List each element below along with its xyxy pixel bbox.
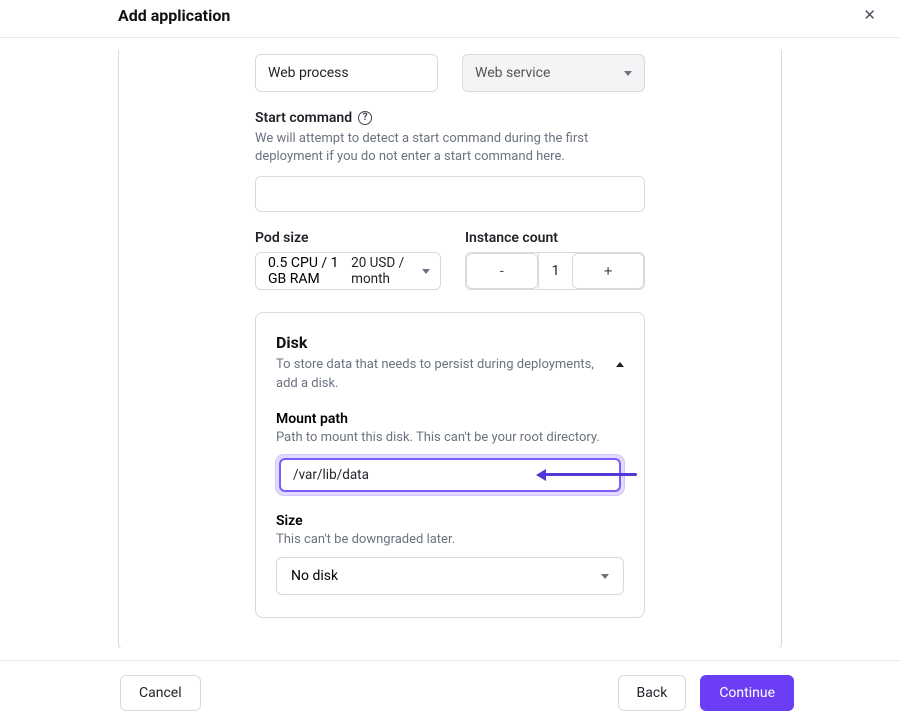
process-type-value: Web service (475, 65, 550, 81)
mount-path-input[interactable]: /var/lib/data (279, 458, 621, 492)
process-name-input[interactable]: Web process (255, 54, 438, 92)
mount-path-value: /var/lib/data (293, 467, 369, 483)
cancel-button[interactable]: Cancel (120, 675, 201, 711)
instance-count-label: Instance count (465, 230, 645, 246)
modal-footer: Cancel Back Continue (0, 660, 900, 725)
disk-size-value: No disk (291, 568, 338, 584)
pod-size-label: Pod size (255, 230, 441, 246)
start-command-input[interactable] (255, 176, 645, 212)
disk-size-select[interactable]: No disk (276, 557, 624, 595)
info-icon[interactable]: ? (358, 111, 372, 125)
chevron-down-icon (624, 71, 632, 76)
size-label: Size (276, 513, 624, 529)
disk-help: To store data that needs to persist duri… (276, 356, 616, 392)
mount-path-label: Mount path (276, 411, 624, 427)
modal-header: Add application ✕ (0, 0, 900, 38)
pod-size-value: 0.5 CPU / 1 GB RAM (268, 255, 351, 287)
disk-panel: Disk To store data that needs to persist… (255, 312, 645, 618)
modal-title: Add application (118, 6, 230, 25)
start-command-label: Start command ? (255, 110, 645, 126)
decrement-button[interactable]: - (466, 253, 538, 289)
collapse-button[interactable] (616, 333, 624, 362)
instance-count-stepper: - 1 + (465, 252, 645, 290)
chevron-up-icon (616, 343, 624, 367)
close-icon: ✕ (863, 6, 876, 24)
start-command-help: We will attempt to detect a start comman… (255, 130, 645, 166)
mount-path-help: Path to mount this disk. This can't be y… (276, 429, 624, 447)
process-card: Web process Web service Start command ? … (118, 50, 782, 648)
instance-count-value: 1 (538, 253, 573, 289)
chevron-down-icon (422, 269, 430, 274)
chevron-down-icon (601, 574, 609, 579)
process-name-value: Web process (268, 65, 349, 81)
back-button[interactable]: Back (618, 675, 687, 711)
close-button[interactable]: ✕ (859, 4, 880, 27)
process-type-select[interactable]: Web service (462, 54, 645, 92)
disk-title: Disk (276, 333, 616, 352)
size-help: This can't be downgraded later. (276, 531, 624, 549)
increment-button[interactable]: + (572, 253, 644, 289)
continue-button[interactable]: Continue (700, 675, 794, 711)
pod-size-select[interactable]: 0.5 CPU / 1 GB RAM 20 USD / month (255, 252, 441, 290)
pod-size-price: 20 USD / month (351, 255, 406, 287)
